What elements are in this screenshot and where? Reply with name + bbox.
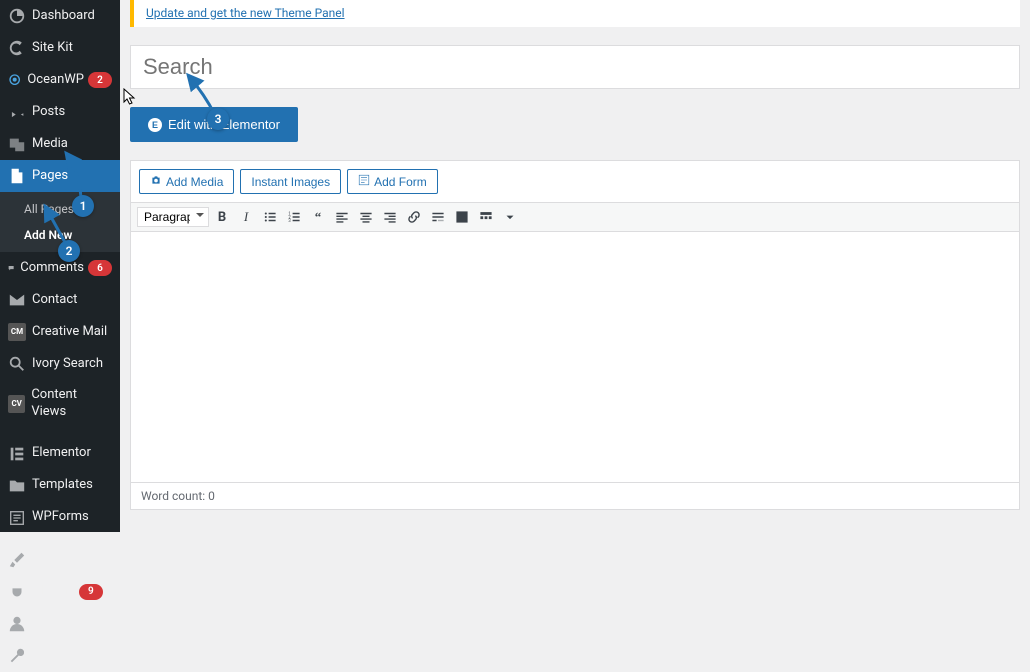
plugins-badge: 9 — [79, 584, 103, 600]
form-icon — [358, 174, 370, 189]
sidebar-item-label: Ivory Search — [32, 356, 103, 373]
form-icon — [8, 509, 26, 527]
search-icon — [8, 355, 26, 373]
fullscreen-button[interactable] — [451, 206, 473, 228]
sidebar-item-label: Media — [32, 136, 68, 153]
chevron-down-icon[interactable] — [499, 206, 521, 228]
sitekit-icon — [8, 39, 26, 57]
sidebar-item-tools[interactable]: Tools — [0, 640, 120, 672]
sidebar-item-posts[interactable]: Posts — [0, 96, 120, 128]
editor-content-area[interactable] — [131, 232, 1019, 482]
cv-icon: CV — [8, 395, 25, 413]
folder-icon — [8, 477, 26, 495]
align-right-button[interactable] — [379, 206, 401, 228]
sidebar-item-label: OceanWP — [27, 72, 84, 89]
sidebar-item-wpforms[interactable]: WPForms — [0, 502, 120, 534]
add-form-button[interactable]: Add Form — [347, 169, 438, 194]
sidebar-item-content-views[interactable]: CV Content Views — [0, 380, 120, 428]
sidebar-item-appearance[interactable]: Appearance — [0, 544, 120, 576]
annotation-badge-3: 3 — [207, 108, 229, 130]
align-left-button[interactable] — [331, 206, 353, 228]
sidebar-item-label: Content Views — [31, 387, 112, 421]
comments-icon — [8, 259, 14, 277]
notice-link[interactable]: Update and get the new Theme Panel — [146, 6, 345, 20]
sidebar-item-templates[interactable]: Templates — [0, 470, 120, 502]
format-select-wrap: Paragraph — [137, 207, 209, 227]
toolbar-toggle-button[interactable] — [475, 206, 497, 228]
elementor-logo-icon: E — [148, 118, 162, 132]
brush-icon — [8, 551, 26, 569]
sidebar-item-label: WPForms — [32, 509, 89, 526]
sidebar-item-label: Pages — [32, 168, 68, 185]
sidebar-item-label: Templates — [32, 477, 93, 494]
elementor-icon — [8, 445, 26, 463]
page-icon — [8, 167, 26, 185]
instant-images-label: Instant Images — [251, 175, 330, 189]
annotation-badge-1: 1 — [72, 195, 94, 217]
pin-icon — [8, 103, 26, 121]
submenu-all-pages[interactable]: All Pages — [0, 196, 120, 222]
page-title-input[interactable] — [130, 45, 1020, 89]
align-center-button[interactable] — [355, 206, 377, 228]
sidebar-item-oceanwp[interactable]: OceanWP 2 — [0, 64, 120, 96]
sidebar-item-label: Plugins — [32, 583, 75, 600]
sidebar-item-ivory-search[interactable]: Ivory Search — [0, 348, 120, 380]
editor-box: Add Media Instant Images Add Form Paragr… — [130, 160, 1020, 510]
sidebar-item-contact[interactable]: Contact — [0, 284, 120, 316]
editor-status-bar: Word count: 0 — [131, 482, 1019, 509]
main-content: Update and get the new Theme Panel E Edi… — [120, 0, 1030, 532]
add-form-label: Add Form — [374, 175, 427, 189]
comments-badge: 6 — [88, 260, 112, 276]
mouse-cursor-icon — [123, 88, 137, 106]
sidebar-item-elementor[interactable]: Elementor — [0, 438, 120, 470]
annotation-badge-2: 2 — [58, 240, 80, 262]
blockquote-button[interactable]: “ — [307, 206, 329, 228]
instant-images-button[interactable]: Instant Images — [240, 169, 341, 194]
italic-button[interactable]: I — [235, 206, 257, 228]
wrench-icon — [8, 647, 26, 665]
editor-toolbar: Paragraph B I 123 “ — [131, 202, 1019, 232]
sidebar-item-users[interactable]: Users — [0, 608, 120, 640]
sidebar-item-label: Posts — [32, 104, 65, 121]
plug-icon — [8, 583, 26, 601]
sidebar-item-dashboard[interactable]: Dashboard — [0, 0, 120, 32]
numbered-list-button[interactable]: 123 — [283, 206, 305, 228]
camera-icon — [150, 174, 162, 189]
sidebar-item-creative-mail[interactable]: CM Creative Mail — [0, 316, 120, 348]
link-button[interactable] — [403, 206, 425, 228]
sidebar-item-label: Elementor — [32, 445, 91, 462]
sidebar-item-pages[interactable]: Pages — [0, 160, 120, 192]
sidebar-item-label: Appearance — [32, 551, 101, 568]
add-media-button[interactable]: Add Media — [139, 169, 234, 194]
admin-notice: Update and get the new Theme Panel — [130, 0, 1020, 27]
svg-text:3: 3 — [288, 219, 291, 224]
dashboard-icon — [8, 7, 26, 25]
bullet-list-button[interactable] — [259, 206, 281, 228]
sidebar-item-label: Tools — [32, 647, 64, 664]
media-icon — [8, 135, 26, 153]
sidebar-item-label: Creative Mail — [32, 324, 107, 341]
oceanwp-badge: 2 — [88, 72, 112, 88]
sidebar-item-label: Comments — [20, 260, 84, 277]
sidebar-item-plugins[interactable]: Plugins 9 — [0, 576, 120, 608]
media-bar: Add Media Instant Images Add Form — [131, 161, 1019, 202]
sidebar-item-label: Users — [32, 615, 65, 632]
sidebar-item-label: Site Kit — [32, 40, 73, 57]
word-count: Word count: 0 — [141, 489, 215, 503]
oceanwp-icon — [8, 71, 21, 89]
cm-icon: CM — [8, 323, 26, 341]
sidebar-item-label: Dashboard — [32, 8, 95, 25]
format-select[interactable]: Paragraph — [137, 207, 209, 227]
sidebar-item-media[interactable]: Media — [0, 128, 120, 160]
sidebar-item-sitekit[interactable]: Site Kit — [0, 32, 120, 64]
user-icon — [8, 615, 26, 633]
title-wrap — [130, 45, 1020, 89]
admin-sidebar: Dashboard Site Kit OceanWP 2 Posts Media… — [0, 0, 120, 532]
read-more-button[interactable] — [427, 206, 449, 228]
add-media-label: Add Media — [166, 175, 223, 189]
bold-button[interactable]: B — [211, 206, 233, 228]
sidebar-item-label: Contact — [32, 292, 77, 309]
mail-icon — [8, 291, 26, 309]
